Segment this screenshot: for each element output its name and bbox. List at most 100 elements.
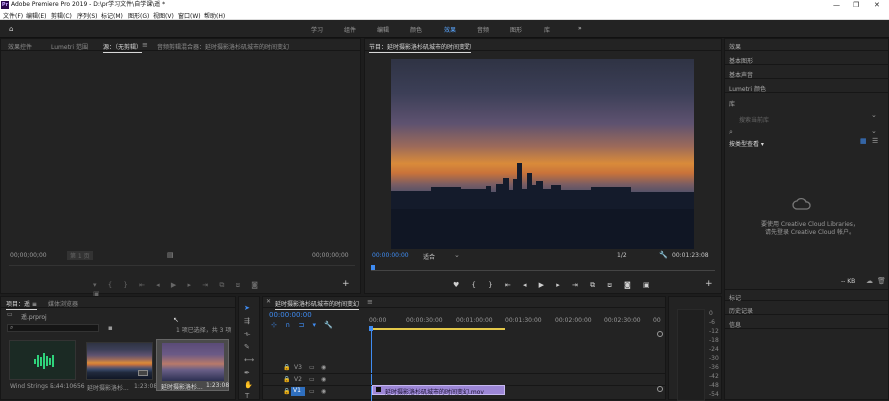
source-transport-controls[interactable]: ▾ { } ⇤ ◂ ▶ ▸ ⇥ ⧉ ⧈ ◙ ▣ [93, 281, 273, 298]
tab-audio-clip-mixer[interactable]: 音频剪辑混合器：延时摄影洛杉矶城市的时间变幻 [157, 42, 289, 51]
menu-help[interactable]: 帮助(H) [204, 11, 225, 20]
slip-tool-icon[interactable]: ⟷ [244, 356, 254, 364]
panel-item-lumetri-color[interactable]: Lumetri 颜色 [725, 81, 888, 93]
selection-tool-icon[interactable]: ➤ [244, 304, 250, 312]
list-view-icon[interactable]: ☰ [872, 137, 878, 145]
source-settings-icon[interactable]: ▤ [167, 251, 174, 259]
program-menu-icon[interactable]: ≡ [464, 41, 470, 49]
menu-marker[interactable]: 标记(M) [101, 11, 123, 20]
ruler-label-0: 00:00 [369, 317, 387, 324]
track-select-tool-icon[interactable]: ⇶ [244, 317, 250, 325]
program-scrubber[interactable] [371, 265, 715, 271]
library-dropdown-chevron-icon[interactable]: ⌄ [871, 127, 877, 135]
tab-effect-controls[interactable]: 效果控件 [8, 42, 32, 51]
program-fit-dropdown[interactable]: 适合 [423, 252, 435, 261]
project-item-audio[interactable] [9, 340, 76, 380]
tab-program[interactable]: 节目：延时摄影洛杉矶城市的时间变幻 [369, 42, 472, 53]
audio-meter-panel: 0 -6 -12 -18 -24 -30 -36 -42 -48 -54 [668, 296, 722, 401]
program-transport-controls[interactable]: ♥ { } ⇤ ◂ ▶ ▸ ⇥ ⧉ ⧈ ◙ ▣ [453, 281, 653, 291]
track-v1-sync-icon[interactable]: ▭ [309, 388, 315, 396]
menu-edit[interactable]: 编辑(E) [26, 11, 46, 20]
library-chevron-down-icon[interactable]: ⌄ [871, 111, 877, 119]
tab-project[interactable]: 项目：遥 ≡ [6, 299, 37, 310]
program-add-button-icon[interactable]: + [705, 280, 713, 289]
workspace-libraries[interactable]: 库 [544, 25, 550, 34]
timeline-menu-icon[interactable]: ≡ [367, 298, 373, 306]
track-v2-eye-icon[interactable]: ◉ [321, 376, 326, 384]
tab-media-browser[interactable]: 媒体浏览器 [48, 299, 78, 308]
timeline-video-clip[interactable]: 延时摄影洛杉矶城市的时间变幻.mov [372, 385, 505, 396]
menu-view[interactable]: 视图(V) [153, 11, 174, 20]
tab-lumetri-scopes[interactable]: Lumetri 范围 [51, 42, 88, 51]
track-v3-sync-icon[interactable]: ▭ [309, 364, 315, 372]
tab-source[interactable]: 源：（无剪辑） [103, 42, 143, 53]
ripple-edit-tool-icon[interactable]: ⟛ [244, 330, 250, 338]
pen-tool-icon[interactable]: ✒ [244, 369, 250, 377]
new-bin-icon[interactable]: ▪ [108, 324, 113, 332]
type-tool-icon[interactable]: T [245, 392, 249, 400]
workspace-learn[interactable]: 学习 [311, 25, 323, 34]
close-button[interactable]: ✕ [874, 0, 880, 10]
workspace-graphics[interactable]: 图形 [510, 25, 522, 34]
track-v2-sync-icon[interactable]: ▭ [309, 376, 315, 384]
panel-item-history[interactable]: 历史记录 [725, 303, 888, 315]
fit-chevron-down-icon[interactable]: ⌄ [454, 251, 460, 259]
workspace-color[interactable]: 颜色 [410, 25, 422, 34]
program-resolution-dropdown[interactable]: 1/2 [617, 252, 627, 259]
project-search-icon: ⌕ [10, 324, 14, 331]
razor-tool-icon[interactable]: ✎ [244, 343, 250, 351]
minimize-button[interactable]: — [833, 0, 840, 10]
menu-window[interactable]: 窗口(W) [178, 11, 201, 20]
source-timeline-ruler[interactable] [9, 263, 355, 266]
track-v3-eye-icon[interactable]: ◉ [321, 364, 326, 372]
library-delete-icon[interactable]: 🗑 [877, 277, 886, 285]
panel-item-essential-sound[interactable]: 基本声音 [725, 67, 888, 79]
menu-sequence[interactable]: 序列(S) [77, 11, 98, 20]
work-area-bar[interactable] [371, 328, 505, 330]
source-panel: 效果控件 Lumetri 范围 源：（无剪辑） ≡ 音频剪辑混合器：延时摄影洛杉… [0, 38, 361, 298]
project-item-video-2-selected[interactable]: 延时摄影洛杉... 1:23:08 [156, 339, 229, 391]
tab-timeline-sequence[interactable]: 延时摄影洛杉矶城市的时间变幻 [275, 299, 360, 310]
workspace-audio[interactable]: 音频 [477, 25, 489, 34]
workspace-assembly[interactable]: 组件 [344, 25, 356, 34]
panel-item-markers[interactable]: 标记 [725, 289, 888, 302]
right-panel: 效果 基本图形 基本声音 Lumetri 颜色 库 搜索当前库 ⌄ ⌕ ⌄ 按类… [724, 38, 889, 400]
workspace-more-button[interactable]: » [578, 25, 582, 32]
panel-menu-icon[interactable]: ≡ [142, 41, 148, 49]
library-cloud-sync-icon[interactable]: ☁ [866, 277, 873, 285]
track-v1-target[interactable]: V1 [291, 387, 305, 396]
timeline-ruler[interactable]: 00:00 00:00:30:00 00:01:00:00 00:01:30:0… [369, 311, 661, 325]
panel-item-info[interactable]: 信息 [725, 317, 888, 329]
library-search-icon[interactable]: ⌕ [729, 128, 733, 136]
timeline-scroll-handle-top[interactable] [657, 331, 663, 337]
menu-clip[interactable]: 剪辑(C) [51, 11, 72, 20]
track-v2-lock-icon[interactable]: 🔒 [283, 376, 290, 384]
workspace-bar: ⌂ 学习 组件 编辑 颜色 效果 音频 图形 库 » [0, 20, 889, 38]
workspace-effects[interactable]: 效果 [444, 25, 456, 34]
track-v1-eye-icon[interactable]: ◉ [321, 388, 326, 396]
workspace-editing[interactable]: 编辑 [377, 25, 389, 34]
program-timecode-current[interactable]: 00:00:00:00 [372, 252, 409, 259]
panel-item-essential-graphics[interactable]: 基本图形 [725, 53, 888, 65]
cc-login-message-2: 请先登录 Creative Cloud 帐户。 [765, 229, 856, 236]
panel-item-effects[interactable]: 效果 [725, 39, 888, 51]
track-v3-lock-icon[interactable]: 🔒 [283, 364, 290, 372]
library-search-input[interactable]: 搜索当前库 [739, 115, 769, 124]
panel-item-libraries[interactable]: 库 [725, 96, 888, 108]
track-v1-lock-icon[interactable]: 🔒 [283, 388, 290, 396]
home-icon[interactable]: ⌂ [9, 25, 13, 33]
source-page-dropdown[interactable]: 第 1 页 [67, 251, 93, 260]
timeline-close-icon[interactable]: ✕ [266, 298, 271, 306]
menu-file[interactable]: 文件(F) [3, 11, 23, 20]
hand-tool-icon[interactable]: ✋ [244, 381, 253, 389]
maximize-button[interactable]: ❐ [853, 0, 859, 10]
project-item-video-2-name: 延时摄影洛杉... [161, 384, 203, 391]
timeline-timecode[interactable]: 00:00:00:00 [269, 311, 312, 319]
library-view-by-type[interactable]: 按类型查看 ▾ [729, 139, 764, 148]
grid-view-icon[interactable]: ▦ [860, 137, 867, 145]
timeline-toolbar[interactable]: ⊹ ∩ ⊐ ▾ 🔧 [271, 321, 346, 330]
menu-graphics[interactable]: 图形(G) [128, 11, 149, 20]
source-add-button-icon[interactable]: + [342, 280, 350, 289]
wrench-icon[interactable]: 🔧 [659, 251, 668, 259]
project-search-input[interactable]: ⌕ [7, 324, 99, 332]
